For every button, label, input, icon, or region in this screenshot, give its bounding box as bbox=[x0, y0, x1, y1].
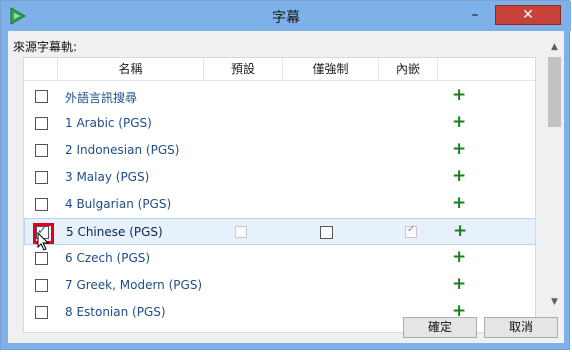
track-checkbox[interactable] bbox=[35, 252, 48, 265]
add-icon[interactable]: + bbox=[452, 274, 466, 294]
track-row[interactable]: 3 Malay (PGS) + bbox=[24, 164, 535, 191]
header-add-col bbox=[438, 58, 535, 80]
track-checkbox[interactable] bbox=[35, 144, 48, 157]
add-icon[interactable]: + bbox=[452, 85, 466, 105]
add-icon[interactable]: + bbox=[452, 139, 466, 159]
forced-only-checkbox[interactable] bbox=[320, 226, 333, 239]
subtitle-track-list: 名稱 預設 僅強制 內嵌 外語言訊搜尋 + 1 Arabic (PGS) + 2… bbox=[23, 57, 536, 333]
track-row-selected[interactable]: 5 Chinese (PGS) + bbox=[24, 218, 535, 245]
dialog-window: 字幕 – ✕ 來源字幕軌: 名稱 預設 僅強制 內嵌 外語言訊搜尋 + 1 Ar… bbox=[0, 0, 571, 350]
default-checkbox[interactable] bbox=[235, 226, 247, 238]
title-bar[interactable]: 字幕 – ✕ bbox=[1, 1, 571, 31]
track-checkbox[interactable] bbox=[35, 198, 48, 211]
track-row[interactable]: 7 Greek, Modern (PGS) + bbox=[24, 272, 535, 299]
scroll-down-arrow-icon[interactable]: ▼ bbox=[546, 294, 563, 311]
list-header: 名稱 預設 僅強制 內嵌 bbox=[24, 58, 535, 81]
dialog-client: 來源字幕軌: 名稱 預設 僅強制 內嵌 外語言訊搜尋 + 1 Arabic (P… bbox=[8, 31, 564, 343]
minimize-button[interactable]: – bbox=[462, 5, 488, 25]
track-checkbox[interactable] bbox=[35, 90, 48, 103]
track-row[interactable]: 4 Bulgarian (PGS) + bbox=[24, 191, 535, 218]
track-label: 2 Indonesian (PGS) bbox=[65, 143, 180, 157]
header-forced-only[interactable]: 僅強制 bbox=[283, 58, 379, 80]
track-checkbox[interactable] bbox=[35, 171, 48, 184]
header-default[interactable]: 預設 bbox=[204, 58, 283, 80]
burn-in-checkbox[interactable] bbox=[405, 224, 417, 238]
vertical-scrollbar[interactable]: ▲ ▼ bbox=[546, 39, 563, 311]
track-row[interactable]: 6 Czech (PGS) + bbox=[24, 245, 535, 272]
header-burn-in[interactable]: 內嵌 bbox=[379, 58, 438, 80]
ok-button[interactable]: 確定 bbox=[403, 317, 477, 338]
track-label: 外語言訊搜尋 bbox=[65, 91, 138, 105]
source-tracks-label: 來源字幕軌: bbox=[13, 40, 78, 54]
track-label: 3 Malay (PGS) bbox=[65, 170, 150, 184]
scroll-up-arrow-icon[interactable]: ▲ bbox=[546, 39, 563, 56]
scroll-thumb[interactable] bbox=[548, 57, 561, 127]
cancel-button[interactable]: 取消 bbox=[484, 317, 558, 338]
add-icon[interactable]: + bbox=[452, 166, 466, 186]
header-name[interactable]: 名稱 bbox=[58, 58, 204, 80]
track-label: 7 Greek, Modern (PGS) bbox=[65, 278, 203, 292]
add-icon[interactable]: + bbox=[452, 193, 466, 213]
track-checkbox[interactable] bbox=[35, 306, 48, 319]
track-checkbox[interactable] bbox=[35, 279, 48, 292]
track-row[interactable]: 1 Arabic (PGS) + bbox=[24, 110, 535, 137]
track-row[interactable]: 2 Indonesian (PGS) + bbox=[24, 137, 535, 164]
close-button[interactable]: ✕ bbox=[495, 5, 561, 25]
track-label: 5 Chinese (PGS) bbox=[66, 225, 163, 239]
add-icon[interactable]: + bbox=[452, 112, 466, 132]
header-checkbox-col bbox=[24, 58, 58, 80]
add-icon[interactable]: + bbox=[453, 221, 467, 241]
mouse-cursor-icon bbox=[37, 232, 50, 251]
track-checkbox[interactable] bbox=[35, 117, 48, 130]
track-label: 4 Bulgarian (PGS) bbox=[65, 197, 172, 211]
track-label: 1 Arabic (PGS) bbox=[65, 116, 152, 130]
add-icon[interactable]: + bbox=[452, 247, 466, 267]
track-label: 6 Czech (PGS) bbox=[65, 251, 151, 265]
track-row[interactable]: 外語言訊搜尋 + bbox=[24, 83, 535, 110]
track-label: 8 Estonian (PGS) bbox=[65, 305, 166, 319]
